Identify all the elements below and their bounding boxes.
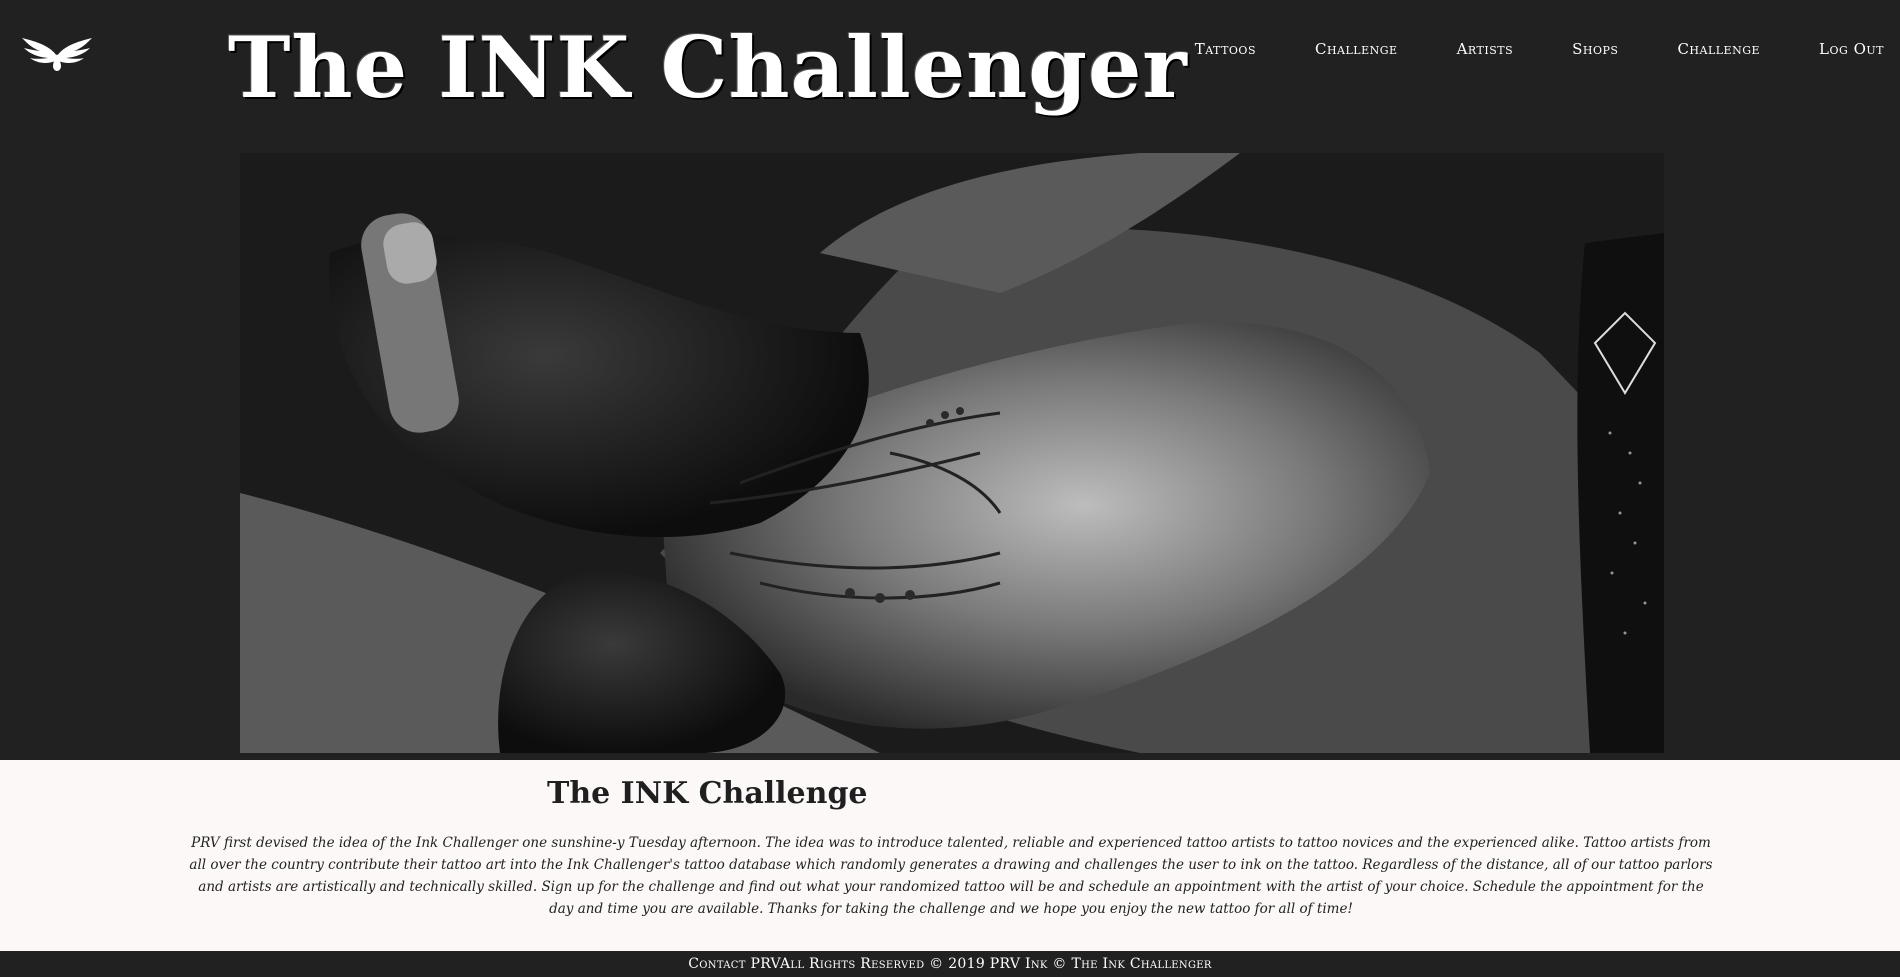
challenge-section: The INK Challenge PRV first devised the … [0, 760, 1900, 951]
nav-link-log-out[interactable]: Log Out [1819, 40, 1884, 58]
site-title: The INK Challenger [228, 18, 1188, 117]
section-description: PRV first devised the idea of the Ink Ch… [189, 835, 1713, 917]
hero-image [240, 153, 1664, 753]
nav-link-challenge-2[interactable]: Challenge [1677, 40, 1760, 58]
site-footer: Contact PRVAll Rights Reserved © 2019 PR… [0, 951, 1900, 972]
nav-link-shops[interactable]: Shops [1572, 40, 1618, 58]
nav-link-tattoos[interactable]: Tattoos [1195, 40, 1256, 58]
winged-ink-drop-logo-icon[interactable] [20, 34, 94, 74]
main-nav: Tattoos Challenge Artists Shops Challeng… [1136, 40, 1884, 58]
site-header: The INK Challenger Tattoos Challenge Art… [0, 0, 1900, 152]
footer-text[interactable]: Contact PRVAll Rights Reserved © 2019 PR… [688, 956, 1211, 972]
section-heading: The INK Challenge [547, 776, 868, 811]
nav-link-artists[interactable]: Artists [1457, 40, 1514, 58]
nav-link-challenge[interactable]: Challenge [1315, 40, 1398, 58]
